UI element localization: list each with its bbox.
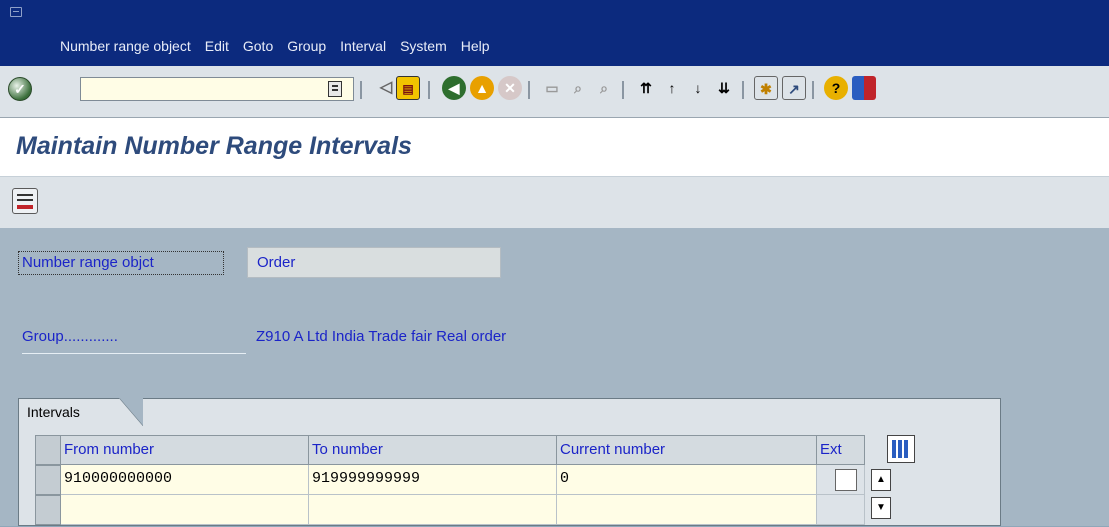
print-icon[interactable]: ▭ <box>540 76 564 100</box>
layout-icon[interactable] <box>852 76 876 100</box>
menu-bar: Number range object Edit Goto Group Inte… <box>0 0 1109 66</box>
save-icon[interactable]: ▤ <box>396 76 420 100</box>
column-header-current[interactable]: Current number <box>557 435 817 465</box>
intervals-table: From number To number Current number Ext… <box>35 435 918 527</box>
main-content: Number range objct Order Group..........… <box>0 228 1109 526</box>
group-label: Group............. <box>22 328 246 354</box>
column-header-to[interactable]: To number <box>309 435 557 465</box>
menu-goto[interactable]: Goto <box>243 38 273 54</box>
menu-help[interactable]: Help <box>461 38 490 54</box>
menu-edit[interactable]: Edit <box>205 38 229 54</box>
toolbar-separator <box>360 81 362 99</box>
history-icon[interactable] <box>328 81 342 97</box>
next-page-icon[interactable]: ↓ <box>686 76 710 100</box>
back-arrow-icon[interactable]: ◁ <box>374 76 398 100</box>
group-value: Z910 A Ltd India Trade fair Real order <box>256 328 507 345</box>
first-page-icon[interactable]: ⇈ <box>634 76 658 100</box>
page-title: Maintain Number Range Intervals <box>16 132 412 160</box>
number-range-object-field[interactable]: Order <box>247 247 501 278</box>
application-toolbar <box>0 177 1109 228</box>
column-header-ext[interactable]: Ext <box>817 435 865 465</box>
to-number-cell[interactable] <box>309 495 557 525</box>
system-menu-icon[interactable] <box>10 7 22 17</box>
new-session-icon[interactable]: ✱ <box>754 76 778 100</box>
menu-items: Number range object Edit Goto Group Inte… <box>60 38 504 54</box>
shortcut-icon[interactable]: ↗ <box>782 76 806 100</box>
help-icon[interactable]: ? <box>824 76 848 100</box>
menu-interval[interactable]: Interval <box>340 38 386 54</box>
table-settings-icon[interactable] <box>887 435 915 463</box>
ext-cell <box>817 495 865 525</box>
find-next-icon[interactable]: ⌕ <box>592 76 616 100</box>
standard-toolbar: ✓ ◁ ▤ ◀ ▲ ✕ ▭ ⌕ ⌕ ⇈ ↑ ↓ ⇊ ✱ ↗ ? <box>0 66 1109 118</box>
title-bar: Maintain Number Range Intervals <box>0 118 1109 177</box>
scroll-up-icon[interactable]: ▲ <box>871 469 891 491</box>
intervals-panel: Intervals From number To number Current … <box>18 398 1001 526</box>
toolbar-separator <box>528 81 530 99</box>
toolbar-separator <box>428 81 430 99</box>
row-selector[interactable] <box>35 465 61 495</box>
number-range-object-label: Number range objct <box>18 251 224 275</box>
menu-number-range-object[interactable]: Number range object <box>60 38 191 54</box>
ext-checkbox[interactable] <box>835 469 857 491</box>
toolbar-separator <box>622 81 624 99</box>
toolbar-separator <box>742 81 744 99</box>
scroll-down-icon[interactable]: ▼ <box>871 497 891 519</box>
column-header-from[interactable]: From number <box>61 435 309 465</box>
toolbar-separator <box>812 81 814 99</box>
exit-icon[interactable]: ▲ <box>470 76 494 100</box>
menu-system[interactable]: System <box>400 38 447 54</box>
select-all-button[interactable] <box>35 435 61 465</box>
from-number-cell[interactable] <box>61 495 309 525</box>
ok-icon[interactable]: ✓ <box>8 77 32 101</box>
find-icon[interactable]: ⌕ <box>566 76 590 100</box>
tab-intervals[interactable]: Intervals <box>18 398 126 426</box>
row-selector[interactable] <box>35 495 61 525</box>
command-field[interactable] <box>80 77 354 101</box>
current-number-cell[interactable] <box>557 495 817 525</box>
back-icon[interactable]: ◀ <box>442 76 466 100</box>
to-number-cell[interactable]: 919999999999 <box>309 465 557 495</box>
cancel-icon[interactable]: ✕ <box>498 76 522 100</box>
menu-group[interactable]: Group <box>287 38 326 54</box>
current-number-cell[interactable]: 0 <box>557 465 817 495</box>
from-number-cell[interactable]: 910000000000 <box>61 465 309 495</box>
prev-page-icon[interactable]: ↑ <box>660 76 684 100</box>
last-page-icon[interactable]: ⇊ <box>712 76 736 100</box>
insert-interval-icon[interactable] <box>12 188 38 214</box>
tab-edge <box>119 398 143 426</box>
